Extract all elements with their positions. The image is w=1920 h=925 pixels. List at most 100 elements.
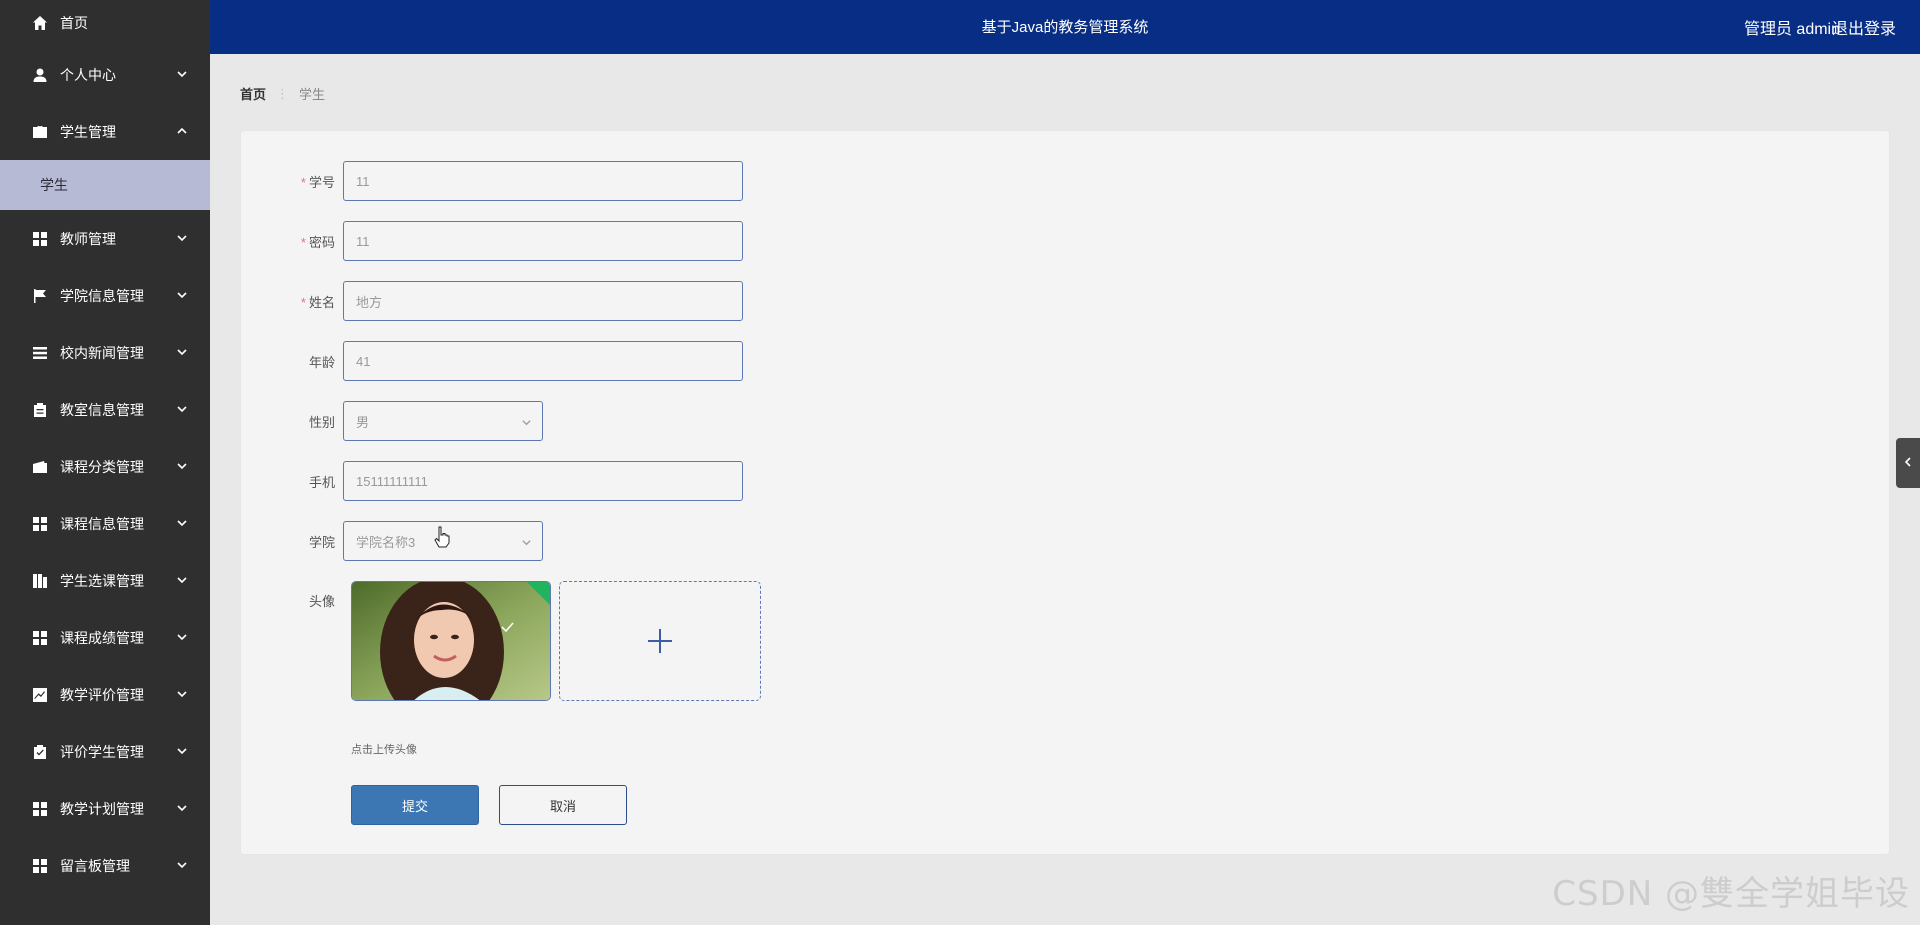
sidebar-item-message-board-management[interactable]: 留言板管理 [0, 837, 210, 894]
chevron-down-icon [176, 744, 188, 756]
grid-icon [32, 801, 48, 817]
student-id-input[interactable]: 11 [343, 161, 743, 201]
gender-select[interactable]: 男 [343, 401, 543, 441]
name-label: * 姓名 [300, 294, 335, 310]
sidebar-item-teacher-management[interactable]: 教师管理 [0, 210, 210, 267]
sidebar-item-course-category-management[interactable]: 课程分类管理 [0, 438, 210, 495]
chevron-down-icon [521, 416, 532, 427]
briefcase-icon [32, 124, 48, 140]
breadcrumb-home[interactable]: 首页 [240, 84, 266, 103]
chevron-down-icon [521, 536, 532, 547]
top-header: 基于Java的教务管理系统 管理员 admin 退出登录 [210, 0, 1920, 54]
sidebar-item-grade-management[interactable]: 课程成绩管理 [0, 609, 210, 666]
sidebar-item-college-management[interactable]: 学院信息管理 [0, 267, 210, 324]
chevron-down-icon [176, 630, 188, 642]
college-label: 学院 [308, 534, 335, 550]
sidebar: 首页 个人中心 学生管理 学生 教师管理 学院信息管理 校内新闻管理 教室信息管… [0, 0, 210, 925]
chevron-down-icon [176, 516, 188, 528]
grid-icon [32, 231, 48, 247]
sidebar-item-classroom-management[interactable]: 教室信息管理 [0, 381, 210, 438]
avatar-thumbnail[interactable] [351, 581, 551, 701]
home-icon [32, 15, 48, 31]
breadcrumb-current: 学生 [299, 87, 326, 102]
plus-icon [646, 627, 674, 655]
sidebar-item-label: 教师管理 [60, 230, 116, 247]
sidebar-item-home[interactable]: 首页 [0, 0, 210, 46]
sidebar-item-personal-center[interactable]: 个人中心 [0, 46, 210, 103]
sidebar-item-label: 教学评价管理 [60, 686, 144, 703]
password-label: * 密码 [300, 234, 335, 250]
sidebar-item-student-management[interactable]: 学生管理 [0, 103, 210, 160]
watermark: CSDN @雙全学姐毕设 [1552, 874, 1910, 914]
gender-select-value: 男 [356, 414, 370, 430]
grid-icon [32, 516, 48, 532]
sidebar-subitem-label: 学生 [40, 177, 68, 193]
breadcrumb-separator: ⋮ [276, 85, 290, 101]
clipboard-check-icon [32, 744, 48, 760]
clipboard-icon [32, 402, 48, 418]
sidebar-item-label: 教学计划管理 [60, 800, 144, 817]
college-select-value: 学院名称3 [356, 534, 416, 550]
chevron-down-icon [176, 573, 188, 585]
submit-button[interactable]: 提交 [351, 785, 479, 825]
chevron-left-icon [1903, 454, 1913, 472]
sidebar-item-label: 学院信息管理 [60, 287, 144, 304]
required-mark: * [300, 234, 306, 250]
student-form-card: * 学号 11 * 密码 11 * 姓名 地方 年龄 41 性别 男 手机 15111… [240, 130, 1890, 855]
sidebar-item-label: 校内新闻管理 [60, 344, 144, 361]
cancel-button[interactable]: 取消 [499, 785, 627, 825]
chevron-down-icon [176, 231, 188, 243]
phone-label: 手机 [308, 474, 335, 490]
sidebar-item-label: 教室信息管理 [60, 401, 144, 418]
sidebar-item-student-evaluation-management[interactable]: 评价学生管理 [0, 723, 210, 780]
chevron-down-icon [176, 345, 188, 357]
age-input[interactable]: 41 [343, 341, 743, 381]
chevron-down-icon [176, 687, 188, 699]
logout-link[interactable]: 退出登录 [1832, 15, 1896, 39]
sidebar-item-teaching-plan-management[interactable]: 教学计划管理 [0, 780, 210, 837]
user-icon [32, 67, 48, 83]
form-row-password: * 密码 11 [241, 221, 1041, 261]
sidebar-item-news-management[interactable]: 校内新闻管理 [0, 324, 210, 381]
avatar-upload-box[interactable] [559, 581, 761, 701]
grid-icon [32, 858, 48, 874]
grid-icon [32, 630, 48, 646]
chevron-down-icon [176, 402, 188, 414]
required-mark: * [300, 294, 306, 310]
sidebar-item-label: 评价学生管理 [60, 743, 144, 760]
sidebar-item-label: 首页 [60, 15, 88, 31]
chevron-down-icon [176, 858, 188, 870]
sidebar-item-teaching-evaluation-management[interactable]: 教学评价管理 [0, 666, 210, 723]
chart-icon [32, 687, 48, 703]
phone-input[interactable]: 15111111111 [343, 461, 743, 501]
form-row-name: * 姓名 地方 [241, 281, 1041, 321]
wallet-icon [32, 459, 48, 475]
user-label: 管理员 admin [1743, 21, 1840, 38]
sidebar-item-course-selection-management[interactable]: 学生选课管理 [0, 552, 210, 609]
flag-icon [32, 288, 48, 304]
list-icon [32, 345, 48, 361]
sidebar-item-label: 留言板管理 [60, 857, 130, 874]
chevron-down-icon [176, 801, 188, 813]
avatar-label: 头像 [308, 594, 335, 609]
breadcrumb: 首页 ⋮ 学生 [240, 84, 325, 103]
sidebar-subitem-student[interactable]: 学生 [0, 160, 210, 210]
chevron-up-icon [176, 124, 188, 136]
name-input[interactable]: 地方 [343, 281, 743, 321]
sidebar-item-course-info-management[interactable]: 课程信息管理 [0, 495, 210, 552]
required-mark: * [300, 174, 306, 190]
hand-cursor-icon [434, 526, 450, 548]
collapse-panel-toggle[interactable] [1896, 438, 1920, 488]
form-row-student-id: * 学号 11 [241, 161, 1041, 201]
form-row-age: 年龄 41 [241, 341, 1041, 381]
columns-icon [32, 573, 48, 589]
sidebar-item-label: 课程信息管理 [60, 515, 144, 532]
sidebar-item-label: 学生选课管理 [60, 572, 144, 589]
form-row-phone: 手机 15111111111 [241, 461, 1041, 501]
form-row-gender: 性别 男 [241, 401, 1041, 441]
chevron-down-icon [176, 288, 188, 300]
sidebar-item-label: 个人中心 [60, 66, 116, 83]
sidebar-item-label: 学生管理 [60, 123, 116, 140]
sidebar-item-label: 课程成绩管理 [60, 629, 144, 646]
password-input[interactable]: 11 [343, 221, 743, 261]
